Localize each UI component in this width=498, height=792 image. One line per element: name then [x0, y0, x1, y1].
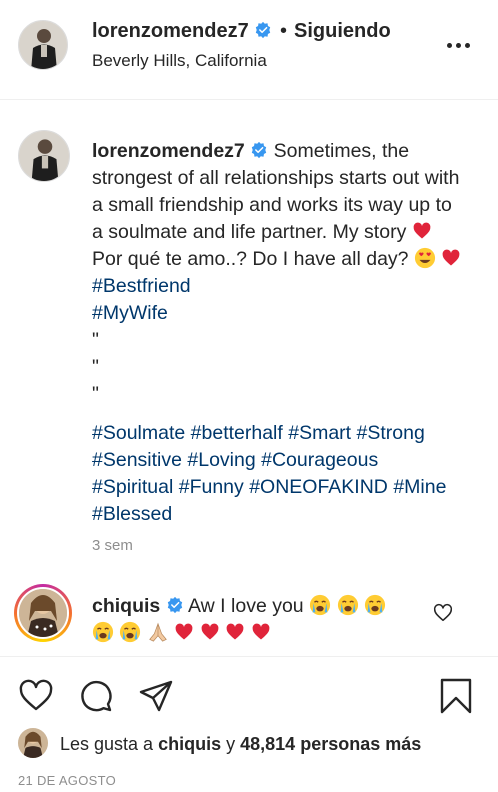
- heart-eyes-emoji-icon: [414, 247, 436, 269]
- hashtag[interactable]: #Spiritual: [92, 476, 173, 498]
- crying-face-emoji-icon: [309, 594, 331, 616]
- verified-badge-icon: [252, 141, 267, 159]
- crying-face-emoji-icon: [92, 621, 114, 643]
- save-bookmark-icon[interactable]: [438, 678, 474, 714]
- separator-dot: •: [280, 20, 288, 42]
- share-paper-plane-icon[interactable]: [138, 678, 174, 714]
- folded-hands-emoji-icon: [149, 622, 167, 642]
- username-text[interactable]: lorenzomendez7: [92, 20, 249, 42]
- hashtag[interactable]: #betterhalf: [191, 422, 283, 444]
- likes-summary[interactable]: Les gusta a chiquis y 48,814 personas má…: [60, 734, 421, 755]
- caption-body-2: Por qué te amo..? Do I have all day?: [92, 248, 409, 270]
- crying-face-emoji-icon: [364, 594, 386, 616]
- author-avatar[interactable]: [18, 20, 68, 70]
- liker-avatar[interactable]: [18, 728, 48, 758]
- more-horizontal-icon[interactable]: [443, 30, 473, 60]
- liked-by-username[interactable]: chiquis: [158, 734, 221, 754]
- caption-author-avatar[interactable]: [18, 130, 70, 182]
- commenter-username[interactable]: chiquis: [92, 595, 160, 617]
- comment-like-heart-icon[interactable]: [432, 602, 454, 624]
- post-date[interactable]: 21 DE AGOSTO: [18, 773, 116, 788]
- actions-divider: [0, 656, 498, 657]
- verified-badge-icon: [167, 596, 182, 614]
- caption-timestamp[interactable]: 3 sem: [92, 537, 133, 554]
- hashtag[interactable]: #Mine: [393, 476, 446, 498]
- quote-line: ": [92, 356, 99, 378]
- hashtag[interactable]: #Funny: [179, 476, 244, 498]
- following-button[interactable]: Siguiendo: [294, 20, 391, 43]
- commenter-avatar[interactable]: [14, 584, 72, 642]
- hashtag[interactable]: #Sensitive: [92, 449, 182, 471]
- red-heart-emoji-icon: [226, 623, 244, 640]
- hashtag[interactable]: #Soulmate: [92, 422, 185, 444]
- quote-line: ": [92, 329, 99, 351]
- red-heart-emoji-icon: [252, 623, 269, 640]
- hashtag-mywife[interactable]: #MyWife: [92, 300, 464, 327]
- hashtag[interactable]: #Courageous: [261, 449, 378, 471]
- red-heart-emoji-icon: [175, 623, 193, 640]
- crying-face-emoji-icon: [120, 621, 141, 643]
- likes-row: Les gusta a chiquis y 48,814 personas má…: [18, 728, 488, 758]
- hashtag[interactable]: #Strong: [357, 422, 425, 444]
- hashtag[interactable]: #Smart: [288, 422, 351, 444]
- crying-face-emoji-icon: [337, 594, 358, 616]
- comment-bubble-icon[interactable]: [78, 678, 114, 714]
- like-heart-icon[interactable]: [18, 678, 54, 714]
- post-location[interactable]: Beverly Hills, California: [92, 51, 267, 71]
- red-heart-emoji-icon: [442, 249, 460, 266]
- comment-body: Aw I love you: [188, 595, 304, 617]
- red-heart-emoji-icon: [413, 222, 431, 239]
- hashtag-bestfriend[interactable]: #Bestfriend: [92, 275, 191, 297]
- likes-count[interactable]: 48,814 personas más: [240, 734, 421, 754]
- hashtag[interactable]: #ONEOFAKIND: [249, 476, 388, 498]
- likes-middle: y: [226, 734, 236, 754]
- quote-line: ": [92, 383, 99, 405]
- hashtag[interactable]: #Loving: [187, 449, 255, 471]
- verified-badge-icon: [256, 21, 271, 39]
- comment-text: chiquis Aw I love you: [92, 593, 422, 647]
- hashtag[interactable]: #Blessed: [92, 503, 172, 525]
- red-heart-emoji-icon: [201, 623, 219, 640]
- caption-username[interactable]: lorenzomendez7: [92, 140, 245, 162]
- likes-prefix: Les gusta a: [60, 734, 154, 754]
- post-header: lorenzomendez7 • Siguiendo Beverly Hills…: [0, 0, 498, 100]
- author-username[interactable]: lorenzomendez7: [92, 20, 272, 43]
- caption-text: lorenzomendez7 Sometimes, the strongest …: [92, 138, 464, 528]
